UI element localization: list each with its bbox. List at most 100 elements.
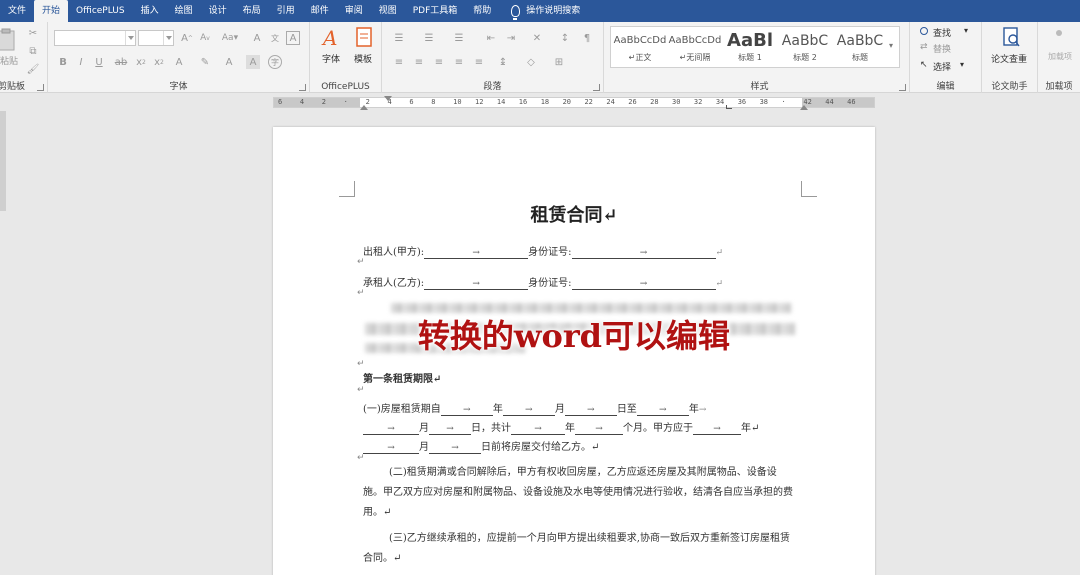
blank[interactable]: → (440, 405, 493, 416)
tab-stop-icon[interactable] (726, 105, 732, 109)
indent-marker-icon[interactable] (360, 105, 368, 110)
tab-references[interactable]: 引用 (269, 0, 303, 22)
tab-design[interactable]: 设计 (201, 0, 235, 22)
blank[interactable]: → (511, 424, 565, 435)
font-name-select[interactable] (54, 30, 136, 46)
lessor-line[interactable]: 出租人(甲方): → 身份证号: → ↵ (363, 243, 723, 259)
lessee-blank[interactable]: → (424, 279, 529, 290)
tab-home[interactable]: 开始 (34, 0, 69, 22)
shrink-font-icon[interactable]: Av (198, 31, 212, 45)
tab-file[interactable]: 文件 (0, 0, 34, 22)
phonetic-guide-icon[interactable]: 文 (268, 31, 282, 45)
officeplus-font-button[interactable]: A 字体 (318, 26, 346, 70)
term-line-2[interactable]: → 月 → 日，共计 → 年 → 个月。甲方应于 → 年↵ (363, 419, 759, 435)
bullets-icon[interactable]: ☰ (392, 31, 406, 45)
tab-mailings[interactable]: 邮件 (303, 0, 337, 22)
change-case-icon[interactable]: Aa▾ (218, 31, 242, 45)
style-no-spacing[interactable]: AaBbCcDd ↵无间隔 (668, 30, 722, 66)
clipboard-launcher-icon[interactable] (37, 84, 44, 91)
align-left-icon[interactable]: ≡ (392, 55, 406, 69)
align-center-icon[interactable]: ≡ (412, 55, 426, 69)
bold-icon[interactable]: B (56, 55, 70, 69)
blank[interactable]: → (429, 424, 471, 435)
show-marks-icon[interactable]: ¶ (580, 31, 594, 45)
style-normal[interactable]: AaBbCcDd ↵正文 (613, 30, 667, 66)
sort-icon[interactable]: ↕ (558, 31, 572, 45)
blank[interactable]: → (429, 443, 481, 454)
font-launcher-icon[interactable] (299, 84, 306, 91)
superscript-icon[interactable]: x2 (152, 55, 166, 69)
document-title[interactable]: 租赁合同↵ (273, 201, 875, 227)
copy-icon[interactable]: ⧉ (26, 44, 40, 58)
style-heading-1[interactable]: AaBl 标题 1 (723, 30, 777, 66)
clause-2-paragraph[interactable]: (二)租赁期满或合同解除后，甲方有权收回房屋，乙方应返还房屋及其附属物品、设备设… (363, 463, 793, 523)
term-line-1[interactable]: (一)房屋租赁期自 → 年 → 月 → 日至 → 年→ (363, 400, 706, 416)
align-right-icon[interactable]: ≡ (432, 55, 446, 69)
blank[interactable]: → (636, 405, 689, 416)
clause-3-paragraph[interactable]: (三)乙方继续承租的，应提前一个月向甲方提出续租要求,协商一致后双方重新签订房屋… (363, 529, 793, 569)
right-indent-icon[interactable] (800, 105, 808, 110)
multilevel-list-icon[interactable]: ☰ (452, 31, 466, 45)
lessor-blank[interactable]: → (424, 248, 529, 259)
tab-pdf-toolbox[interactable]: PDF工具箱 (405, 0, 466, 22)
justify-icon[interactable]: ≡ (452, 55, 466, 69)
strikethrough-icon[interactable]: ab (114, 55, 128, 69)
blank[interactable]: → (575, 424, 623, 435)
tab-officeplus[interactable]: OfficePLUS (68, 0, 133, 22)
paste-button[interactable]: 粘贴 (0, 26, 22, 67)
format-painter-icon[interactable]: 🖌 (26, 62, 40, 76)
clear-formatting-icon[interactable]: A (250, 31, 264, 45)
lessor-id-blank[interactable]: → (571, 248, 716, 259)
increase-indent-icon[interactable]: ⇥ (504, 31, 518, 45)
blank[interactable]: → (363, 443, 419, 454)
lessee-line[interactable]: 承租人(乙方): → 身份证号: → ↵ (363, 274, 723, 290)
first-line-indent-icon[interactable] (384, 96, 392, 101)
term-line-3[interactable]: → 月 → 日前将房屋交付给乙方。↵ (363, 438, 599, 454)
style-heading-2[interactable]: AaBbC 标题 2 (778, 30, 832, 66)
styles-launcher-icon[interactable] (899, 84, 906, 91)
left-scroll-panel[interactable] (0, 111, 6, 211)
thesis-check-button[interactable]: 论文查重 (988, 26, 1034, 68)
font-color-icon[interactable]: A (222, 55, 236, 69)
subscript-icon[interactable]: x2 (134, 55, 148, 69)
tab-help[interactable]: 帮助 (465, 0, 499, 22)
blank[interactable]: → (693, 424, 741, 435)
style-title[interactable]: AaBbC 标题 (833, 30, 887, 66)
blank[interactable]: → (564, 405, 617, 416)
enclose-characters-icon[interactable]: 字 (268, 55, 282, 69)
blank[interactable]: → (502, 405, 555, 416)
grow-font-icon[interactable]: A ^ (180, 31, 194, 45)
horizontal-ruler[interactable]: 6 4 2 · 2 4 6 8 10 12 14 16 18 20 22 24 26 28 30 32 34 36 38 · 4… (0, 94, 1080, 111)
paragraph-launcher-icon[interactable] (593, 84, 600, 91)
italic-icon[interactable]: I (74, 55, 88, 69)
numbering-icon[interactable]: ☰ (422, 31, 436, 45)
officeplus-template-button[interactable]: 模板 (350, 26, 378, 70)
decrease-indent-icon[interactable]: ⇤ (484, 31, 498, 45)
document-page[interactable]: 租赁合同↵ 出租人(甲方): → 身份证号: → ↵ ↵ 承租人(乙方): → 身份证号: →… (273, 127, 875, 575)
font-size-select[interactable] (138, 30, 174, 46)
underline-icon[interactable]: U (92, 55, 106, 69)
find-button[interactable]: 查找 ▾ (920, 26, 978, 40)
blank[interactable]: → (363, 424, 419, 435)
distributed-icon[interactable]: ≡ (472, 55, 486, 69)
cut-icon[interactable]: ✂ (26, 26, 40, 40)
borders-icon[interactable]: ⊞ (552, 55, 566, 69)
replace-button[interactable]: ⇄ 替换 (920, 42, 978, 56)
character-shading-icon[interactable]: A (246, 55, 260, 69)
article1-heading[interactable]: 第一条租赁期限↵ (363, 370, 441, 385)
character-border-icon[interactable]: A (286, 31, 300, 45)
highlight-icon[interactable]: ✎ (198, 55, 212, 69)
tab-draw[interactable]: 绘图 (167, 0, 201, 22)
chinese-layout-icon[interactable]: ✕ (530, 31, 544, 45)
line-spacing-icon[interactable]: ↨ (496, 55, 510, 69)
select-button[interactable]: ↖ 选择 ▾ (920, 60, 978, 74)
styles-scroll-down-icon[interactable]: ▾ (889, 41, 897, 53)
text-effects-icon[interactable]: A (172, 55, 186, 69)
tab-review[interactable]: 审阅 (337, 0, 371, 22)
shading-icon[interactable]: ◇ (524, 55, 538, 69)
lessee-id-blank[interactable]: → (571, 279, 716, 290)
addins-button[interactable]: 加载项 (1044, 26, 1074, 68)
tab-view[interactable]: 视图 (371, 0, 405, 22)
tell-me-search[interactable]: 操作说明搜索 (499, 0, 588, 22)
tab-layout[interactable]: 布局 (235, 0, 269, 22)
